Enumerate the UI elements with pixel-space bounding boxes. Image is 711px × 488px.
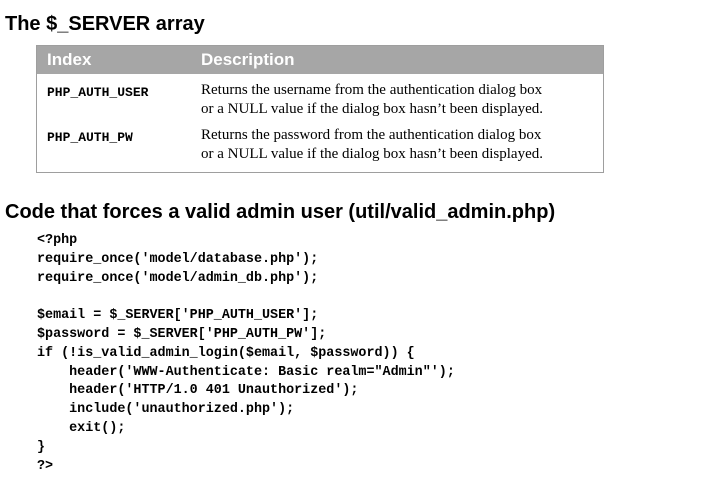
code-line: require_once('model/admin_db.php');: [37, 270, 319, 286]
section-title-server-array: The $_SERVER array: [5, 13, 205, 35]
code-line: header('WWW-Authenticate: Basic realm="A…: [37, 364, 455, 380]
description-line: or a NULL value if the dialog box hasn’t…: [201, 101, 543, 117]
section-title-valid-admin-code: Code that forces a valid admin user (uti…: [5, 201, 556, 223]
server-array-table: Index Description PHP_AUTH_USER Returns …: [36, 45, 604, 173]
table-header-row: Index Description: [36, 45, 604, 74]
code-line: ?>: [37, 458, 54, 474]
description-line: or a NULL value if the dialog box hasn’t…: [201, 146, 543, 162]
column-header-description: Description: [191, 45, 604, 74]
description-cell: Returns the password from the authentica…: [191, 119, 604, 173]
code-line: exit();: [37, 420, 126, 436]
column-header-index: Index: [36, 45, 191, 74]
description-cell: Returns the username from the authentica…: [191, 74, 604, 119]
code-line: <?php: [37, 233, 78, 248]
code-line: header('HTTP/1.0 401 Unauthorized');: [37, 383, 359, 399]
description-line: Returns the username from the authentica…: [201, 82, 543, 98]
code-line: $email = $_SERVER['PHP_AUTH_USER'];: [37, 308, 319, 324]
table-row: PHP_AUTH_USER Returns the username from …: [37, 74, 604, 119]
code-line: include('unauthorized.php');: [37, 402, 295, 418]
code-line: require_once('model/database.php');: [37, 251, 319, 267]
index-cell: PHP_AUTH_USER: [47, 85, 149, 100]
code-block: <?php require_once('model/database.php');…: [37, 232, 455, 476]
code-line: $password = $_SERVER['PHP_AUTH_PW'];: [37, 326, 327, 342]
code-line: }: [37, 439, 46, 455]
table-row: PHP_AUTH_PW Returns the password from th…: [37, 119, 604, 173]
description-line: Returns the password from the authentica…: [201, 127, 542, 143]
index-cell: PHP_AUTH_PW: [47, 130, 133, 145]
code-line: if (!is_valid_admin_login($email, $passw…: [37, 345, 415, 361]
